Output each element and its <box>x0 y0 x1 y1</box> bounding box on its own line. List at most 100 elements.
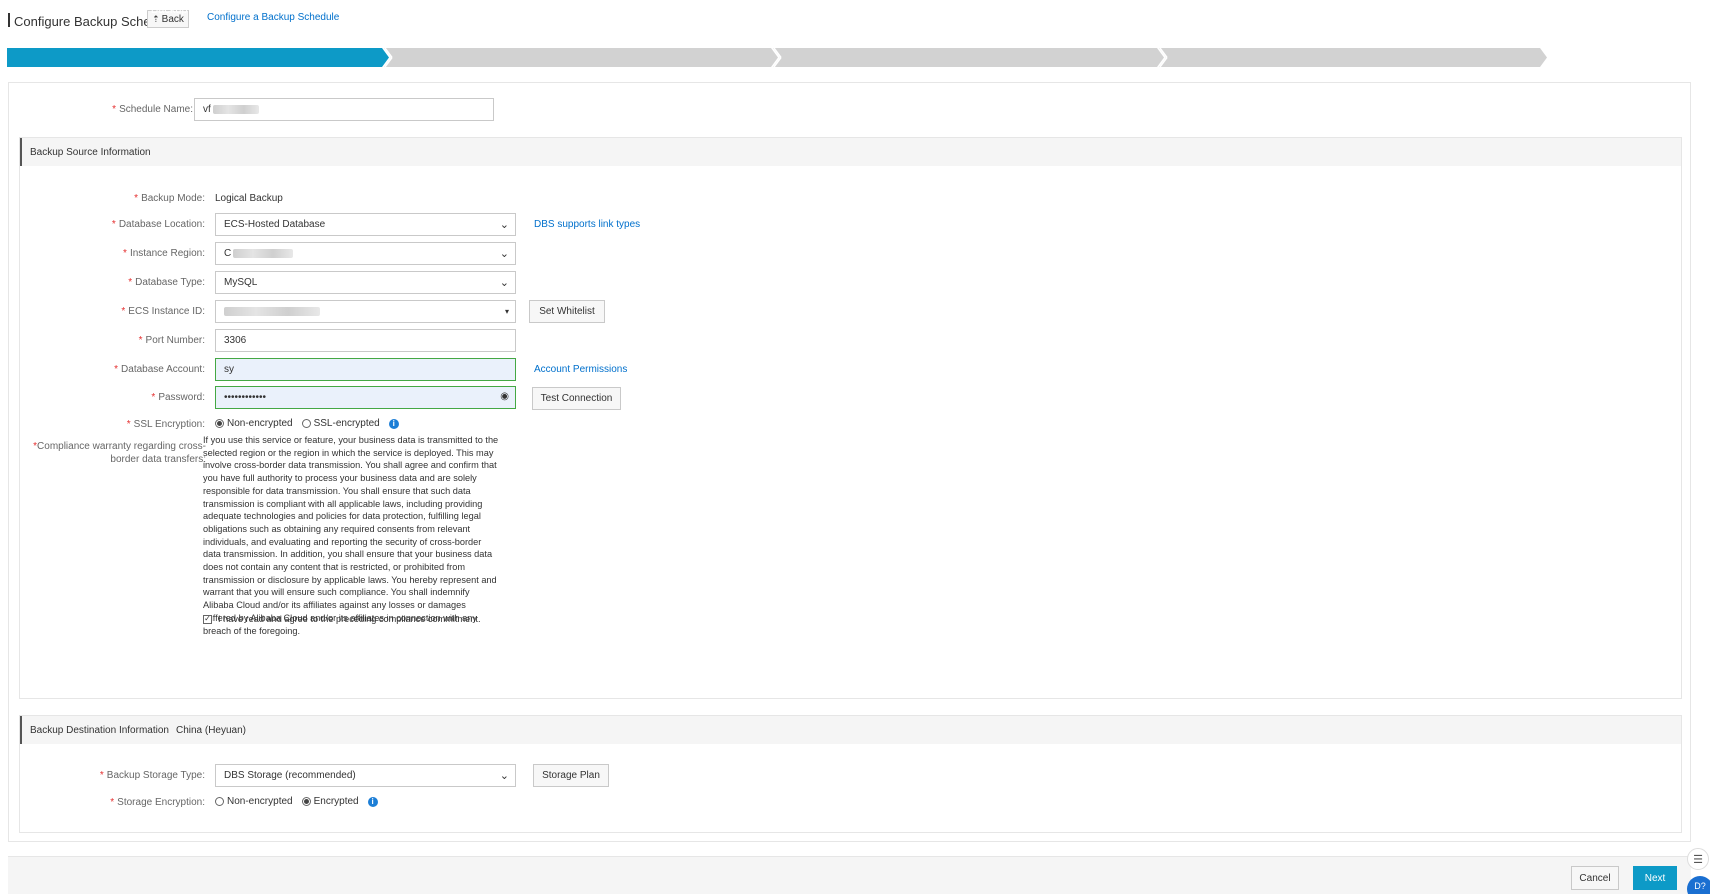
backup-mode-label-text: Backup Mode: <box>141 193 205 204</box>
chevron-down-icon: ⌄ <box>499 277 509 289</box>
ssl-non-encrypted-label: Non-encrypted <box>227 418 293 429</box>
backup-destination-section: Backup Destination Information China (He… <box>19 715 1682 833</box>
db-location-label-text: Database Location: <box>118 219 205 230</box>
schedule-name-label-text: Schedule Name: <box>119 104 193 115</box>
ssl-radio-group: Non-encrypted SSL-encrypted i <box>215 418 399 429</box>
ecs-instance-label: * ECS Instance ID: <box>40 306 205 317</box>
db-location-value: ECS-Hosted Database <box>224 219 326 230</box>
schedule-name-value: vf <box>203 104 211 115</box>
storage-type-select[interactable]: DBS Storage (recommended) ⌄ <box>215 764 516 787</box>
db-type-label-text: Database Type: <box>135 277 205 288</box>
instance-region-select[interactable]: C ⌄ <box>215 242 516 265</box>
db-type-select[interactable]: MySQL ⌄ <box>215 271 516 294</box>
required-mark: * <box>114 364 119 375</box>
account-permissions-link[interactable]: Account Permissions <box>534 364 627 375</box>
compliance-label-line-1: Compliance warranty regarding cross- <box>37 441 206 452</box>
required-mark: * <box>112 104 117 115</box>
password-value: •••••••••••• <box>224 392 267 403</box>
port-input[interactable]: 3306 <box>215 329 516 352</box>
backup-destination-heading: Backup Destination Information China (He… <box>20 716 1681 744</box>
required-mark: * <box>128 277 133 288</box>
link-types-link[interactable]: DBS supports link types <box>534 219 640 230</box>
storage-encryption-label: * Storage Encryption: <box>40 797 205 808</box>
account-input[interactable]: sy <box>215 358 516 381</box>
required-mark: * <box>99 770 104 781</box>
info-icon[interactable]: i <box>388 418 399 429</box>
help-widget[interactable]: D? <box>1687 876 1710 894</box>
instance-region-label: * Instance Region: <box>40 248 205 259</box>
chevron-down-icon: ⌄ <box>499 770 509 782</box>
redacted-text <box>233 249 294 258</box>
required-mark: * <box>138 335 143 346</box>
step-2-shape <box>384 48 778 67</box>
redacted-text <box>212 105 259 114</box>
step-4-shape <box>1159 48 1547 67</box>
db-location-select[interactable]: ECS-Hosted Database ⌄ <box>215 213 516 236</box>
ssl-label-text: SSL Encryption: <box>133 419 205 430</box>
chat-icon[interactable]: ☰ <box>1687 848 1709 870</box>
required-mark: * <box>126 419 131 430</box>
test-connection-button[interactable]: Test Connection <box>532 387 621 410</box>
destination-heading-text: Backup Destination Information <box>30 724 169 736</box>
agree-checkbox[interactable]: ✓ <box>203 614 212 624</box>
form-panel: * Schedule Name: vf Backup Source Informa… <box>8 82 1691 842</box>
storage-type-label: * Backup Storage Type: <box>40 770 205 781</box>
compliance-text: If you use this service or feature, your… <box>203 435 499 636</box>
storage-encrypted-radio[interactable] <box>301 797 311 806</box>
backup-mode-label: * Backup Mode: <box>40 193 205 204</box>
step-1-shape <box>7 48 389 67</box>
db-type-value: MySQL <box>224 277 258 288</box>
schedule-name-input[interactable]: vf <box>194 98 494 121</box>
step-3: 3.Configure Backup Time <box>909 3 1033 16</box>
port-label: * Port Number: <box>40 335 205 346</box>
step-1: 1.Configure Backup Source and Destinatio… <box>90 3 306 16</box>
ecs-instance-select[interactable]: ▾ <box>215 300 516 323</box>
ssl-encrypted-label: SSL-encrypted <box>313 418 380 429</box>
required-mark: * <box>151 392 156 403</box>
required-mark: * <box>134 193 139 204</box>
db-type-label: * Database Type: <box>40 277 205 288</box>
caret-down-icon: ▾ <box>504 307 509 316</box>
required-mark: * <box>111 219 116 230</box>
eye-icon[interactable]: ◉ <box>500 391 509 402</box>
instance-region-label-text: Instance Region: <box>129 248 205 259</box>
required-mark: * <box>110 797 115 808</box>
step-2: 2.Edit Backup Objects <box>529 3 638 16</box>
next-button[interactable]: Next <box>1633 866 1677 890</box>
required-mark: * <box>123 248 127 259</box>
agree-checkbox-row[interactable]: ✓ I have read and agree to the preceding… <box>203 614 481 624</box>
ssl-label: * SSL Encryption: <box>40 419 205 430</box>
password-input[interactable]: •••••••••••• ◉ <box>215 386 516 409</box>
storage-encryption-label-text: Storage Encryption: <box>117 797 205 808</box>
storage-type-label-text: Backup Storage Type: <box>106 770 205 781</box>
account-label: * Database Account: <box>40 364 205 375</box>
port-label-text: Port Number: <box>145 335 205 346</box>
compliance-label-line-2: border data transfers: <box>110 453 206 465</box>
destination-region: China (Heyuan) <box>175 724 247 736</box>
storage-non-encrypted-radio[interactable] <box>215 797 224 806</box>
ssl-non-encrypted-radio[interactable] <box>215 419 224 428</box>
info-icon[interactable]: i <box>367 796 378 807</box>
footer-bar <box>8 856 1691 894</box>
set-whitelist-button[interactable]: Set Whitelist <box>529 300 605 323</box>
account-label-text: Database Account: <box>121 364 205 375</box>
backup-source-heading: Backup Source Information <box>20 138 1681 166</box>
step-4: 4.Edit Lifecycle <box>1318 3 1393 16</box>
storage-encrypted-label: Encrypted <box>313 796 359 807</box>
password-label: * Password: <box>40 392 205 403</box>
required-mark: * <box>121 306 126 317</box>
cancel-button[interactable]: Cancel <box>1571 866 1619 890</box>
chevron-down-icon: ⌄ <box>499 219 509 231</box>
ecs-instance-label-text: ECS Instance ID: <box>128 306 205 317</box>
password-label-text: Password: <box>158 392 205 403</box>
redacted-text <box>224 307 320 316</box>
step-progress <box>7 48 1547 67</box>
db-location-label: * Database Location: <box>40 219 205 230</box>
agree-label: I have read and agree to the preceding c… <box>218 614 481 624</box>
compliance-label: *Compliance warranty regarding cross- bo… <box>30 441 206 466</box>
step-3-shape <box>773 48 1164 67</box>
ssl-encrypted-radio[interactable] <box>301 419 311 428</box>
backup-mode-value: Logical Backup <box>215 193 283 204</box>
storage-plan-button[interactable]: Storage Plan <box>533 764 609 787</box>
schedule-name-label: * Schedule Name: <box>49 104 193 115</box>
